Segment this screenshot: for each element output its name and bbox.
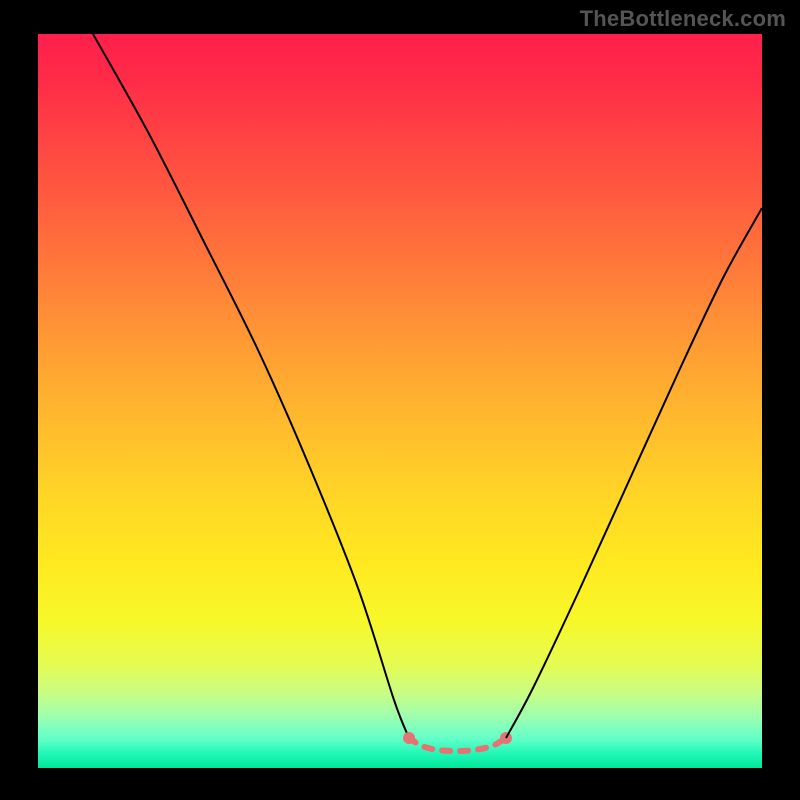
chart-frame: TheBottleneck.com [0, 0, 800, 800]
curve-valley-floor [409, 738, 506, 751]
curve-right-branch [506, 208, 762, 738]
watermark-text: TheBottleneck.com [580, 6, 786, 32]
curve-left-branch [93, 34, 409, 738]
plot-area [38, 34, 762, 768]
valley-floor-start-dot [403, 732, 415, 744]
curve-layer [38, 34, 762, 768]
